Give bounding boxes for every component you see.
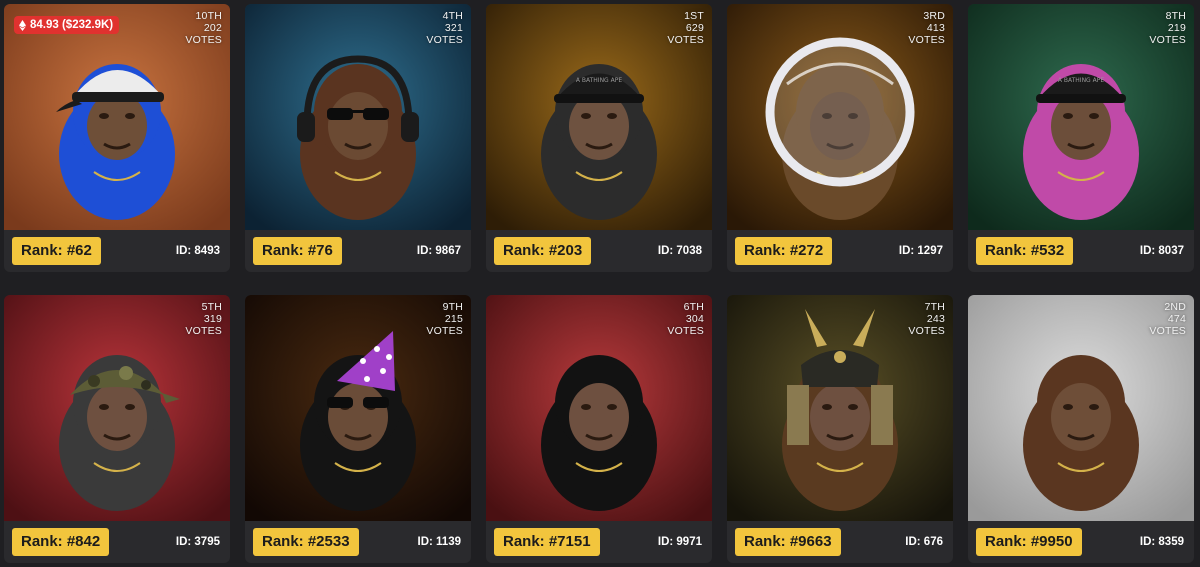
token-id: ID: 9971 — [657, 536, 702, 548]
vote-label: VOTES — [667, 325, 704, 337]
nft-card[interactable]: 3RD 413 VOTES Rank: #272 ID: 1297 — [727, 4, 953, 272]
card-footer: Rank: #9663 ID: 676 — [727, 521, 953, 563]
price-text: 84.93 ($232.9K) — [30, 19, 114, 31]
card-footer: Rank: #2533 ID: 1139 — [245, 521, 471, 563]
token-id: ID: 1139 — [417, 536, 461, 548]
nft-card[interactable]: 4TH 321 VOTES Rank: #76 ID: 9867 — [245, 4, 471, 272]
vote-count: 9TH 215 VOTES — [426, 301, 463, 337]
vote-count: 1ST 629 VOTES — [667, 10, 704, 46]
svg-text:A BATHING APE: A BATHING APE — [576, 77, 622, 84]
token-id: ID: 3795 — [175, 536, 220, 548]
token-id: ID: 676 — [905, 536, 943, 548]
vote-number: 215 — [444, 313, 463, 325]
rank-badge[interactable]: Rank: #76 — [253, 237, 342, 265]
rank-badge[interactable]: Rank: #7151 — [494, 528, 600, 556]
nft-card[interactable]: 7TH 243 VOTES Rank: #9663 ID: 676 — [727, 295, 953, 563]
rank-badge[interactable]: Rank: #9663 — [735, 528, 841, 556]
vote-count: 10TH 202 VOTES — [185, 10, 222, 46]
card-footer: Rank: #272 ID: 1297 — [727, 230, 953, 272]
vote-number: 243 — [926, 313, 945, 325]
card-footer: Rank: #842 ID: 3795 — [4, 521, 230, 563]
vote-place: 9TH — [442, 301, 463, 313]
rank-badge[interactable]: Rank: #272 — [735, 237, 833, 265]
vote-label: VOTES — [426, 34, 463, 46]
vote-number: 321 — [444, 22, 463, 34]
vote-label: VOTES — [185, 325, 222, 337]
vote-number: 474 — [1167, 313, 1186, 325]
nft-card[interactable]: A BATHING APE 8TH 219 VOTES Rank: #532 I… — [968, 4, 1194, 272]
rank-badge[interactable]: Rank: #2533 — [253, 528, 359, 556]
card-footer: Rank: #62 ID: 8493 — [4, 230, 230, 272]
vote-count: 6TH 304 VOTES — [667, 301, 704, 337]
vote-label: VOTES — [1149, 34, 1186, 46]
vote-count: 8TH 219 VOTES — [1149, 10, 1186, 46]
vote-place: 2ND — [1164, 301, 1186, 313]
rank-badge[interactable]: Rank: #203 — [494, 237, 592, 265]
nft-card[interactable]: 84.93 ($232.9K) 10TH 202 VOTES Rank: #62… — [4, 4, 230, 272]
card-footer: Rank: #76 ID: 9867 — [245, 230, 471, 272]
vote-count: 4TH 321 VOTES — [426, 10, 463, 46]
vote-count: 3RD 413 VOTES — [908, 10, 945, 46]
vote-number: 304 — [685, 313, 704, 325]
vote-place: 8TH — [1165, 10, 1186, 22]
card-footer: Rank: #532 ID: 8037 — [968, 230, 1194, 272]
token-id: ID: 8037 — [1139, 245, 1184, 257]
rank-badge[interactable]: Rank: #532 — [976, 237, 1074, 265]
vote-place: 10TH — [195, 10, 222, 22]
card-footer: Rank: #203 ID: 7038 — [486, 230, 712, 272]
vote-label: VOTES — [426, 325, 463, 337]
ape-grid: 84.93 ($232.9K) 10TH 202 VOTES Rank: #62… — [4, 4, 1194, 563]
nft-card[interactable]: 5TH 319 VOTES Rank: #842 ID: 3795 — [4, 295, 230, 563]
vote-place: 6TH — [683, 301, 704, 313]
nft-card[interactable]: 9TH 215 VOTES Rank: #2533 ID: 1139 — [245, 295, 471, 563]
vote-count: 5TH 319 VOTES — [185, 301, 222, 337]
vote-place: 4TH — [442, 10, 463, 22]
vote-label: VOTES — [908, 325, 945, 337]
token-id: ID: 8493 — [175, 245, 220, 257]
token-id: ID: 9867 — [416, 245, 461, 257]
ethereum-icon — [19, 19, 26, 31]
token-id: ID: 7038 — [657, 245, 702, 257]
vote-number: 202 — [203, 22, 222, 34]
vote-count: 2ND 474 VOTES — [1149, 301, 1186, 337]
vote-label: VOTES — [1149, 325, 1186, 337]
vote-number: 413 — [926, 22, 945, 34]
vote-count: 7TH 243 VOTES — [908, 301, 945, 337]
vote-number: 219 — [1167, 22, 1186, 34]
vote-place: 3RD — [923, 10, 945, 22]
vote-place: 1ST — [684, 10, 704, 22]
card-footer: Rank: #9950 ID: 8359 — [968, 521, 1194, 563]
vote-label: VOTES — [667, 34, 704, 46]
token-id: ID: 8359 — [1139, 536, 1184, 548]
nft-card[interactable]: A BATHING APE 1ST 629 VOTES Rank: #203 I… — [486, 4, 712, 272]
card-footer: Rank: #7151 ID: 9971 — [486, 521, 712, 563]
vote-number: 319 — [203, 313, 222, 325]
rank-badge[interactable]: Rank: #9950 — [976, 528, 1082, 556]
nft-card[interactable]: 2ND 474 VOTES Rank: #9950 ID: 8359 — [968, 295, 1194, 563]
rank-badge[interactable]: Rank: #62 — [12, 237, 101, 265]
vote-number: 629 — [685, 22, 704, 34]
token-id: ID: 1297 — [898, 245, 943, 257]
vote-place: 7TH — [924, 301, 945, 313]
vote-label: VOTES — [185, 34, 222, 46]
price-badge: 84.93 ($232.9K) — [14, 16, 120, 34]
vote-label: VOTES — [908, 34, 945, 46]
rank-badge[interactable]: Rank: #842 — [12, 528, 110, 556]
svg-text:A BATHING APE: A BATHING APE — [1058, 77, 1104, 84]
vote-place: 5TH — [201, 301, 222, 313]
nft-card[interactable]: 6TH 304 VOTES Rank: #7151 ID: 9971 — [486, 295, 712, 563]
